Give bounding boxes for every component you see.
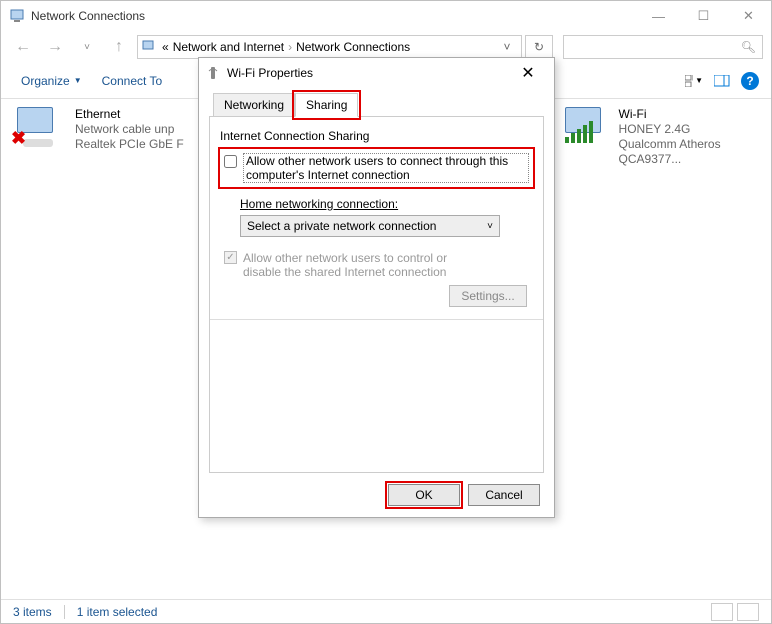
cancel-button[interactable]: Cancel	[468, 484, 540, 506]
connection-adapter: Realtek PCIe GbE F	[75, 137, 184, 152]
allow-connect-row: Allow other network users to connect thr…	[220, 149, 533, 187]
connection-name: Wi-Fi	[619, 107, 771, 122]
window-titlebar: Network Connections — ☐ ✕	[1, 1, 771, 31]
history-dropdown[interactable]: ˅	[73, 35, 101, 59]
details-view-button[interactable]	[711, 603, 733, 621]
app-icon-small	[142, 40, 158, 55]
up-button[interactable]: ↑	[105, 35, 133, 59]
tab-networking[interactable]: Networking	[213, 93, 295, 117]
view-options-button[interactable]: ▼	[685, 72, 703, 90]
refresh-button[interactable]: ↻	[525, 35, 553, 59]
divider	[64, 605, 65, 619]
address-bar[interactable]: « Network and Internet › Network Connect…	[137, 35, 522, 59]
allow-control-label: Allow other network users to control or …	[243, 251, 483, 279]
search-box[interactable]: 🔍︎	[563, 35, 763, 59]
connection-name: Ethernet	[75, 107, 184, 122]
wifi-icon	[565, 107, 609, 143]
forward-button[interactable]: →	[41, 35, 69, 59]
connection-status: Network cable unp	[75, 122, 184, 137]
icons-view-button[interactable]	[737, 603, 759, 621]
maximize-button[interactable]: ☐	[681, 1, 726, 31]
item-count: 3 items	[13, 605, 52, 619]
wifi-dialog-icon	[205, 65, 221, 81]
wifi-properties-dialog: Wi-Fi Properties ✕ Networking Sharing In…	[198, 57, 555, 518]
dialog-close-button[interactable]: ✕	[508, 58, 548, 88]
divider	[210, 319, 543, 320]
help-button[interactable]: ?	[741, 72, 759, 90]
allow-control-row: ✓ Allow other network users to control o…	[224, 251, 533, 279]
tab-body: Internet Connection Sharing Allow other …	[209, 116, 544, 473]
caret-down-icon: ▼	[74, 76, 82, 85]
tab-strip: Networking Sharing	[199, 88, 554, 116]
breadcrumb-parent[interactable]: Network and Internet	[173, 40, 284, 54]
ok-button[interactable]: OK	[388, 484, 460, 506]
connection-status: HONEY 2.4G	[619, 122, 771, 137]
status-bar: 3 items 1 item selected	[1, 599, 771, 623]
tab-sharing[interactable]: Sharing	[295, 93, 358, 117]
home-connection-label: Home networking connection:	[240, 197, 533, 211]
address-dropdown-icon[interactable]: ˅	[497, 40, 517, 54]
close-button[interactable]: ✕	[726, 1, 771, 31]
chevron-down-icon: ˅	[487, 221, 493, 232]
allow-connect-checkbox[interactable]	[224, 155, 237, 168]
home-connection-select[interactable]: Select a private network connection ˅	[240, 215, 500, 237]
group-label: Internet Connection Sharing	[220, 129, 533, 143]
connection-ethernet[interactable]: ✖ Ethernet Network cable unp Realtek PCI…	[17, 107, 184, 584]
search-icon: 🔍︎	[741, 40, 756, 54]
app-icon	[9, 8, 25, 24]
allow-connect-label: Allow other network users to connect thr…	[243, 153, 529, 183]
allow-control-checkbox: ✓	[224, 251, 237, 264]
preview-pane-button[interactable]	[713, 72, 731, 90]
ethernet-icon: ✖	[17, 107, 65, 143]
selection-count: 1 item selected	[77, 605, 158, 619]
organize-menu[interactable]: Organize▼	[13, 70, 90, 92]
breadcrumb-current[interactable]: Network Connections	[296, 40, 410, 54]
dialog-button-row: OK Cancel	[199, 473, 554, 517]
connection-wifi[interactable]: Wi-Fi HONEY 2.4G Qualcomm Atheros QCA937…	[565, 107, 771, 167]
back-button[interactable]: ←	[9, 35, 37, 59]
connect-to-button[interactable]: Connect To	[94, 70, 171, 92]
connection-adapter: Qualcomm Atheros QCA9377...	[619, 137, 771, 167]
settings-button: Settings...	[449, 285, 527, 307]
dialog-titlebar: Wi-Fi Properties ✕	[199, 58, 554, 88]
dialog-title: Wi-Fi Properties	[227, 66, 313, 80]
window-title: Network Connections	[31, 9, 145, 23]
minimize-button[interactable]: —	[636, 1, 681, 31]
